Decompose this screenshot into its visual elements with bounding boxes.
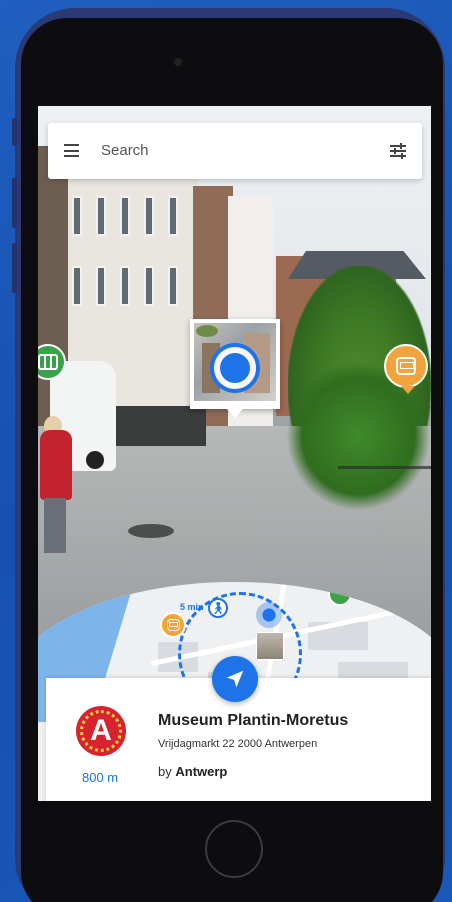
ar-target-ring[interactable] [210,343,260,393]
map-tram-marker[interactable] [328,582,352,606]
publisher-name[interactable]: Antwerp [175,764,227,779]
mute-switch [12,118,17,146]
pedestrian [38,416,72,556]
distance-label: 800 m [82,770,119,785]
bus-stop-marker[interactable] [384,344,428,394]
search-input[interactable]: Search [101,142,149,159]
terrace [116,406,206,446]
bus-icon [166,619,180,631]
bus-icon [396,357,416,375]
ar-screen: Search 5 min 🚶︎ A 800 m Museum Plantin-M… [38,106,431,801]
ar-target-dot [220,353,250,383]
publisher-prefix: by [158,764,172,779]
navigate-button[interactable] [212,656,258,702]
tram-icon [38,354,58,370]
front-camera [174,58,182,66]
logo-letter: A [90,714,112,747]
navigation-arrow-icon [226,670,244,688]
volume-down-button [12,243,17,293]
volume-up-button [12,178,17,228]
home-button[interactable] [205,820,263,878]
poi-address: Vrijdagmarkt 22 2000 Antwerpen [158,738,318,750]
bike-rack [338,466,431,536]
van-wheel [86,451,104,469]
pedestrian-icon: 🚶︎ [208,598,228,618]
map-museum-thumbnail[interactable] [256,632,284,660]
antwerp-logo: A [76,706,126,756]
map-bus-marker[interactable] [160,612,186,638]
poi-title: Museum Plantin-Moretus [158,712,349,729]
search-bar[interactable]: Search [48,123,422,179]
hamburger-menu-icon[interactable] [64,144,79,157]
poi-publisher: by Antwerp [158,764,227,779]
user-location-beacon [256,602,282,628]
drain-cover [128,524,174,538]
walk-time-label: 5 min [180,602,204,612]
sliders-icon[interactable] [390,143,406,159]
